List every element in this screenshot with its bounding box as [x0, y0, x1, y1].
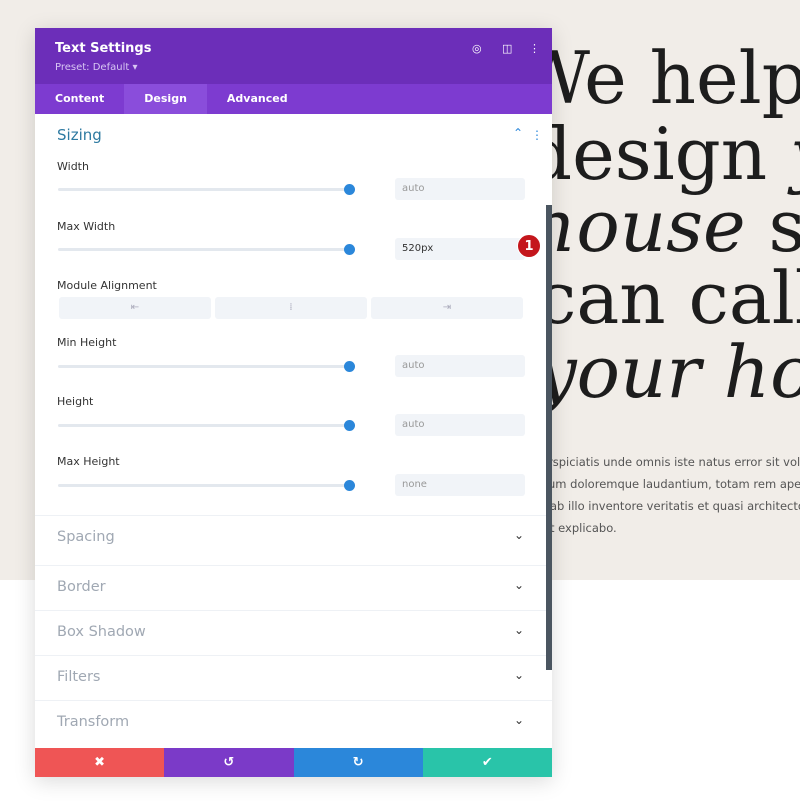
max-height-slider-handle[interactable] [344, 480, 355, 491]
align-center-button[interactable]: ⁞ [215, 297, 367, 319]
panel-header: Text Settings Preset: Default ▾ ◎ ◫ ⋮ [35, 28, 552, 84]
section-label: Border [57, 579, 106, 595]
height-label: Height [57, 395, 94, 408]
max-height-label: Max Height [57, 455, 120, 468]
heading-line: your home [548, 336, 800, 408]
width-label: Width [57, 160, 89, 173]
heading-line: We help [548, 36, 800, 120]
panel-footer: ✖ ↺ ↻ ✔ [35, 748, 552, 777]
tab-bar: Content Design Advanced [35, 84, 552, 114]
redo-button[interactable]: ↻ [293, 748, 423, 777]
max-width-slider-handle[interactable] [344, 244, 355, 255]
min-height-slider[interactable] [58, 365, 350, 368]
width-input[interactable]: auto [395, 178, 525, 200]
max-height-slider[interactable] [58, 484, 350, 487]
max-width-input[interactable]: 520px [395, 238, 525, 260]
height-slider-handle[interactable] [344, 420, 355, 431]
height-input[interactable]: auto [395, 414, 525, 436]
more-vertical-icon[interactable]: ⋮ [529, 42, 540, 55]
chevron-down-icon: ⌄ [513, 623, 524, 637]
cancel-button[interactable]: ✖ [35, 748, 165, 777]
width-slider[interactable] [58, 188, 350, 191]
min-height-input[interactable]: auto [395, 355, 525, 377]
max-width-label: Max Width [57, 220, 116, 233]
section-label: Spacing [57, 529, 115, 545]
heading-word: your home [548, 330, 800, 414]
tab-content[interactable]: Content [35, 84, 124, 114]
chevron-up-icon[interactable]: ⌃ [513, 126, 523, 140]
undo-button[interactable]: ↺ [164, 748, 294, 777]
section-border[interactable]: Border ⌄ [35, 565, 552, 610]
chevron-down-icon: ⌄ [513, 578, 524, 592]
module-alignment-label: Module Alignment [57, 279, 157, 292]
heading-line: design your [548, 118, 800, 190]
align-right-button[interactable]: ⇥ [371, 297, 523, 319]
chevron-down-icon: ⌄ [513, 528, 524, 542]
min-height-label: Min Height [57, 336, 117, 349]
step-badge: 1 [517, 234, 541, 258]
tab-design[interactable]: Design [124, 84, 207, 114]
panel-title: Text Settings [55, 41, 152, 56]
width-slider-handle[interactable] [344, 184, 355, 195]
align-left-button[interactable]: ⇤ [59, 297, 211, 319]
max-width-slider[interactable] [58, 248, 350, 251]
section-label: Box Shadow [57, 624, 146, 640]
hero-section: We help design your house so you can cal… [548, 0, 800, 580]
preset-dropdown[interactable]: Preset: Default ▾ [55, 62, 137, 73]
section-label: Transform [57, 714, 130, 730]
heading-line: house so you [548, 190, 800, 262]
split-view-icon[interactable]: ◫ [502, 42, 512, 55]
tab-advanced[interactable]: Advanced [207, 84, 308, 114]
chevron-down-icon: ⌄ [513, 668, 524, 682]
paragraph-line: um doloremque laudantium, totam rem ape [548, 477, 800, 491]
scrollbar[interactable] [546, 205, 552, 670]
section-box-shadow[interactable]: Box Shadow ⌄ [35, 610, 552, 655]
section-filters[interactable]: Filters ⌄ [35, 655, 552, 700]
chevron-down-icon: ⌄ [513, 713, 524, 727]
height-slider[interactable] [58, 424, 350, 427]
max-height-input[interactable]: none [395, 474, 525, 496]
paragraph-line: t explicabo. [550, 521, 617, 535]
section-spacing[interactable]: Spacing ⌄ [35, 515, 552, 560]
section-sizing-title[interactable]: Sizing [57, 126, 102, 144]
heading-line: can call it [548, 256, 800, 340]
more-vertical-icon[interactable]: ⋮ [531, 128, 543, 142]
save-button[interactable]: ✔ [422, 748, 552, 777]
paragraph-line: ab illo inventore veritatis et quasi arc… [550, 499, 800, 513]
section-label: Filters [57, 669, 101, 685]
text-settings-panel: Text Settings Preset: Default ▾ ◎ ◫ ⋮ Co… [35, 28, 552, 777]
section-transform[interactable]: Transform ⌄ [35, 700, 552, 745]
min-height-slider-handle[interactable] [344, 361, 355, 372]
focus-icon[interactable]: ◎ [472, 42, 482, 55]
paragraph-line: rspiciatis unde omnis iste natus error s… [548, 455, 800, 469]
